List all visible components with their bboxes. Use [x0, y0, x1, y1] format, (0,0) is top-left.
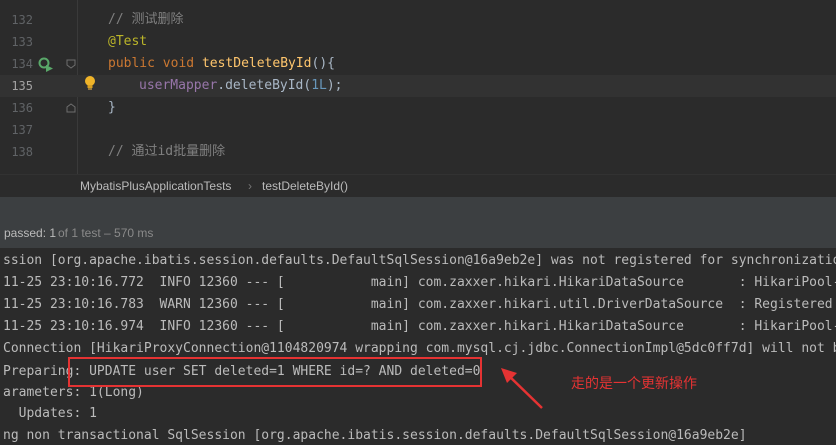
console-line: 11-25 23:10:16.772 INFO 12360 --- [ main…	[3, 275, 836, 290]
tests-detail: of 1 test – 570 ms	[58, 226, 154, 240]
console-line: ng non transactional SqlSession [org.apa…	[3, 428, 747, 443]
line-number: 136	[11, 101, 33, 115]
run-panel-toolbar	[0, 197, 836, 218]
call-end: );	[326, 78, 343, 93]
code-editor[interactable]: 132 // 测试删除 133 @Test 134 public void te…	[0, 0, 836, 174]
method-call: userMapper.deleteById(1L);	[139, 75, 343, 97]
console-output[interactable]: ssion [org.apache.ibatis.session.default…	[0, 248, 836, 445]
call-name: .deleteById(	[217, 78, 312, 93]
annotation-note: 走的是一个更新操作	[571, 376, 697, 392]
line-number: 135	[11, 79, 33, 93]
line-number: 133	[11, 35, 33, 49]
console-line: 11-25 23:10:16.783 WARN 12360 --- [ main…	[3, 297, 836, 312]
method-name: testDeleteById	[201, 56, 312, 71]
breadcrumb-item-class[interactable]: MybatisPlusApplicationTests	[80, 179, 231, 193]
console-line: ssion [org.apache.ibatis.session.default…	[3, 253, 836, 268]
code-line-132[interactable]: 132 // 测试删除	[0, 9, 836, 31]
breadcrumb-separator: ›	[248, 179, 252, 193]
annotation-text: @Test	[108, 34, 148, 49]
line-number: 134	[11, 57, 33, 71]
mapper-field: userMapper	[139, 78, 218, 93]
run-test-icon[interactable]	[38, 57, 54, 73]
tests-passed-label: passed: 1	[4, 226, 57, 240]
highlight-box	[68, 357, 482, 387]
method-signature: public void testDeleteById(){	[108, 53, 335, 75]
intention-bulb-icon[interactable]	[84, 75, 96, 91]
breadcrumb-item-method[interactable]: testDeleteById()	[262, 179, 348, 193]
breadcrumb: MybatisPlusApplicationTests › testDelete…	[0, 174, 836, 197]
code-line-134[interactable]: 134 public void testDeleteById(){	[0, 53, 836, 75]
code-line-137[interactable]: 137	[0, 119, 836, 141]
code-line-135[interactable]: 135 userMapper.deleteById(1L);	[0, 75, 836, 97]
call-argument: 1L	[311, 78, 327, 93]
method-paren: (){	[311, 56, 335, 71]
code-line-138[interactable]: 138 // 通过id批量删除	[0, 141, 836, 163]
code-line-136[interactable]: 136 }	[0, 97, 836, 119]
line-number: 137	[11, 123, 33, 137]
keyword-public: public	[108, 56, 155, 71]
fold-marker-icon[interactable]	[66, 103, 76, 113]
console-line: 11-25 23:10:16.974 INFO 12360 --- [ main…	[3, 319, 836, 334]
console-line: Updates: 1	[3, 406, 97, 421]
fold-marker-icon[interactable]	[66, 59, 76, 69]
comment-text: // 测试删除	[108, 12, 184, 27]
code-line-133[interactable]: 133 @Test	[0, 31, 836, 53]
red-arrow-icon	[501, 368, 543, 409]
line-number: 138	[11, 145, 33, 159]
keyword-void: void	[162, 56, 195, 71]
closing-brace: }	[108, 100, 116, 115]
test-status-bar: passed: 1 of 1 test – 570 ms	[0, 218, 836, 248]
line-number: 132	[11, 13, 33, 27]
comment-text: // 通过id批量删除	[108, 144, 226, 159]
